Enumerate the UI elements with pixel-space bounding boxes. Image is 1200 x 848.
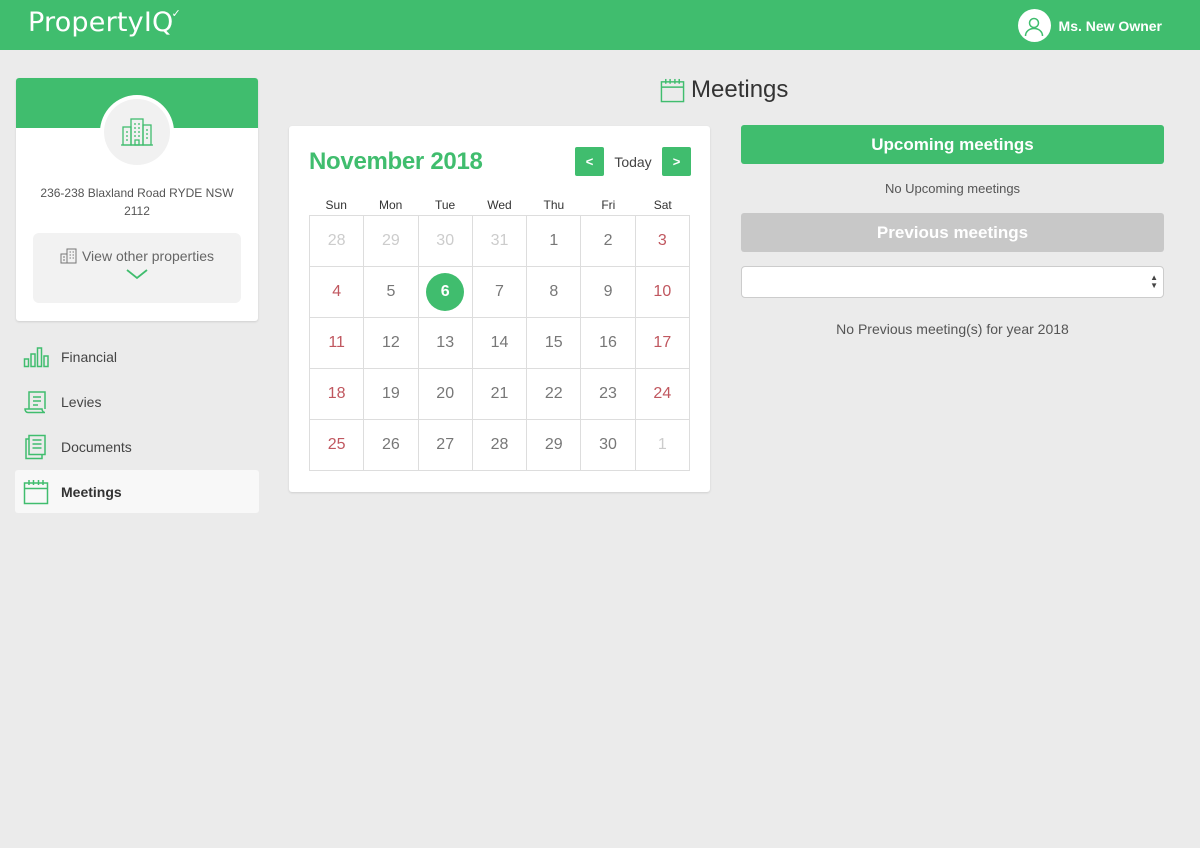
calendar-day[interactable]: 26 [364,420,419,471]
calendar-day[interactable]: 28 [472,420,528,471]
view-other-properties-label: View other properties [81,248,215,264]
calendar-day-today[interactable]: 6 [418,267,473,318]
receipt-icon [23,389,49,415]
calendar-day[interactable]: 16 [581,318,636,369]
properties-icon [60,248,77,264]
calendar-day[interactable]: 27 [418,420,473,471]
year-select[interactable]: ▲ ▼ [741,266,1164,298]
calendar-day[interactable]: 1 [635,420,690,471]
property-avatar [100,95,174,169]
calendar-day[interactable]: 1 [527,216,582,267]
weekday-label: Mon [378,198,403,212]
calendar-next-button[interactable]: > [662,147,691,176]
previous-meetings-button[interactable]: Previous meetings [741,213,1164,252]
calendar-day[interactable]: 22 [527,369,582,420]
property-card: 236-238 Blaxland Road RYDE NSW 2112 View… [16,78,258,321]
calendar-day[interactable]: 28 [310,216,365,267]
calendar-day[interactable]: 13 [418,318,473,369]
calendar-day[interactable]: 18 [310,369,365,420]
page-title: Meetings [660,76,788,104]
sidebar-item-levies[interactable]: Levies [15,380,259,423]
calendar-day[interactable]: 11 [310,318,365,369]
bar-chart-icon [23,344,49,370]
view-other-properties-button[interactable]: View other properties [33,233,241,303]
calendar-day[interactable]: 23 [581,369,636,420]
user-icon [1017,9,1051,42]
sidebar-item-label: Meetings [61,483,122,500]
calendar-day[interactable]: 30 [418,216,473,267]
sidebar-item-financial[interactable]: Financial [15,335,259,378]
building-icon [104,99,170,165]
weekday-label: Tue [434,198,456,212]
calendar-day[interactable]: 15 [527,318,582,369]
calendar-card: November 2018 < Today > Sun Mon Tue Wed Thu F… [289,126,710,492]
upcoming-meetings-button[interactable]: Upcoming meetings [741,125,1164,164]
weekday-label: Thu [543,198,565,212]
calendar-day[interactable]: 2 [581,216,636,267]
user-menu[interactable]: Ms. New Owner [1017,9,1162,42]
upcoming-meetings-empty: No Upcoming meetings [884,181,1021,196]
sidebar-item-label: Levies [61,393,102,410]
sidebar-item-label: Documents [61,438,132,455]
calendar-day[interactable]: 19 [364,369,419,420]
calendar-day[interactable]: 20 [418,369,473,420]
property-address: 236-238 Blaxland Road RYDE NSW 2112 [40,186,234,218]
calendar-day[interactable]: 12 [364,318,419,369]
calendar-day[interactable]: 4 [310,267,365,318]
calendar-grid: Sun Mon Tue Wed Thu Fri Sat 28 29 30 31 1 2 3 4 5 6 7 8 9 1… [309,198,690,471]
calendar-week-row: 18 19 20 21 22 23 24 [310,369,690,420]
calendar-day[interactable]: 10 [635,267,690,318]
user-name: Ms. New Owner [1058,17,1162,34]
calendar-day[interactable]: 21 [472,369,528,420]
chevron-down-icon [33,268,241,280]
weekday-label: Wed [487,198,512,212]
top-bar: PropertyIQ✓ Ms. New Owner [0,0,1200,50]
calendar-day[interactable]: 29 [364,216,419,267]
previous-meetings-empty: No Previous meeting(s) for year 2018 [836,321,1069,337]
logo-text: PropertyIQ [28,7,174,38]
calendar-day[interactable]: 24 [635,369,690,420]
page-title-text: Meetings [691,76,789,103]
calendar-day[interactable]: 9 [581,267,636,318]
weekday-label: Sat [653,198,672,212]
calendar-day[interactable]: 25 [310,420,365,471]
calendar-month-label: November 2018 [309,148,483,175]
calendar-prev-button[interactable]: < [575,147,604,176]
sidebar-item-meetings[interactable]: Meetings [15,470,259,513]
calendar-week-row: 4 5 6 7 8 9 10 [310,267,690,318]
calendar-icon [23,479,49,505]
calendar-day[interactable]: 3 [635,216,690,267]
calendar-week-row: 25 26 27 28 29 30 1 [310,420,690,471]
calendar-day[interactable]: 5 [364,267,419,318]
select-arrows-icon: ▲ ▼ [1150,273,1158,290]
calendar-weeks: 28 29 30 31 1 2 3 4 5 6 7 8 9 10 11 12 13 14 15 16 17 18 19 20 2… [309,215,690,471]
calendar-today-button[interactable]: Today [604,154,662,170]
calendar-day[interactable]: 7 [472,267,528,318]
sidebar-item-documents[interactable]: Documents [15,425,259,468]
calendar-day[interactable]: 31 [472,216,528,267]
calendar-nav: < Today > [575,147,691,176]
sidebar-item-label: Financial [61,348,118,365]
calendar-day[interactable]: 30 [581,420,636,471]
logo[interactable]: PropertyIQ✓ [28,7,181,38]
document-icon [23,434,49,460]
calendar-day[interactable]: 8 [527,267,582,318]
calendar-day[interactable]: 29 [527,420,582,471]
calendar-day[interactable]: 14 [472,318,528,369]
calendar-icon [660,78,685,102]
calendar-week-row: 11 12 13 14 15 16 17 [310,318,690,369]
calendar-day[interactable]: 17 [635,318,690,369]
logo-mark-icon: ✓ [171,7,181,20]
today-marker: 6 [426,273,465,311]
calendar-weekday-header: Sun Mon Tue Wed Thu Fri Sat [309,198,690,215]
sidebar-nav: Financial Levies Documents Meetings [15,335,259,515]
weekday-label: Fri [601,198,616,212]
weekday-label: Sun [325,198,347,212]
calendar-week-row: 28 29 30 31 1 2 3 [310,216,690,267]
